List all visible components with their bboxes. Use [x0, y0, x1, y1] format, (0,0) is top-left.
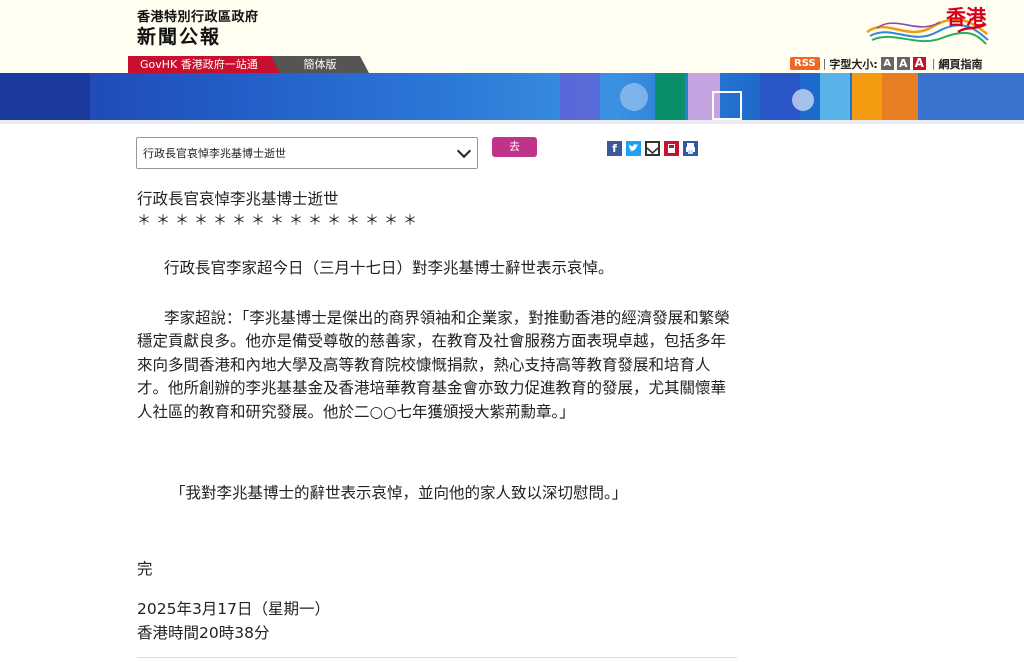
banner-block [918, 73, 1024, 120]
title-separator: ＊＊＊＊＊＊＊＊＊＊＊＊＊＊＊ [137, 213, 422, 229]
story-select-value: 行政長官哀悼李兆基博士逝世 [143, 147, 286, 160]
article-paragraph: 「我對李兆基博士的辭世表示哀悼，並向他的家人致以深切慰問。」 [170, 484, 628, 502]
article-title: 行政長官哀悼李兆基博士逝世 [137, 190, 339, 208]
banner-block [852, 73, 882, 120]
divider: | [822, 57, 827, 70]
divider [137, 657, 737, 658]
story-select-dropdown[interactable]: 行政長官哀悼李兆基博士逝世 [136, 137, 478, 169]
banner-block [0, 73, 90, 120]
font-size-medium-button[interactable]: A [896, 57, 910, 70]
go-button[interactable]: 去 [492, 137, 537, 157]
hong-kong-logo-text: 香港 [946, 5, 986, 29]
banner-block [655, 73, 685, 120]
article-paragraph: 李家超說：「李兆基博士是傑出的商界領袖和企業家，對推動香港的經濟發展和繁榮穩定貢… [137, 309, 730, 421]
banner-circle [792, 89, 814, 111]
sitemap-link[interactable]: 網頁指南 [939, 56, 983, 72]
rss-icon[interactable]: RSS [790, 57, 820, 70]
release-time: 香港時間20時38分 [137, 624, 270, 642]
banner-block [560, 73, 600, 120]
print-icon[interactable] [683, 141, 698, 156]
toolbar: RSS | 字型大小: A A A | 網頁指南 [790, 55, 983, 72]
divider: | [931, 57, 936, 70]
font-size-label: 字型大小: [829, 57, 878, 71]
share-icons: f [607, 141, 698, 156]
chevron-down-icon [456, 143, 472, 159]
article-paragraph: 行政長官李家超今日（三月十七日）對李兆基博士辭世表示哀悼。 [164, 259, 614, 277]
banner-underline [0, 120, 1024, 124]
banner-frame [712, 91, 742, 120]
banner-block [820, 73, 850, 120]
simplified-chinese-link[interactable]: 簡体版 [271, 56, 369, 73]
decorative-banner [0, 73, 1024, 120]
page-header: 香港特別行政區政府 新聞公報 香港 [0, 0, 1024, 56]
email-icon[interactable] [645, 141, 660, 156]
twitter-icon[interactable] [626, 141, 641, 156]
facebook-icon[interactable]: f [607, 141, 622, 156]
font-size-large-button[interactable]: A [912, 57, 926, 70]
save-icon[interactable] [664, 141, 679, 156]
banner-circle [620, 83, 648, 111]
font-size-small-button[interactable]: A [880, 57, 894, 70]
govhk-link[interactable]: GovHK 香港政府一站通 [128, 56, 285, 73]
article-end-mark: 完 [137, 560, 153, 578]
banner-block [882, 73, 918, 120]
release-date: 2025年3月17日（星期一） [137, 600, 331, 618]
press-releases-title[interactable]: 新聞公報 [137, 22, 221, 49]
